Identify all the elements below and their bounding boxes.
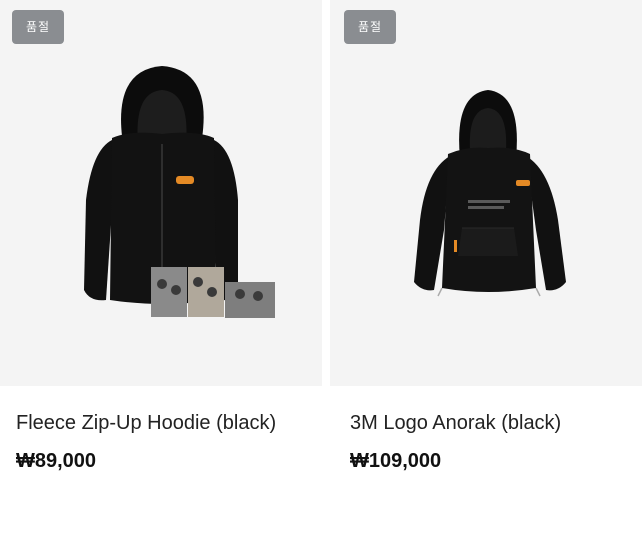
hoodie-with-photocards-image bbox=[84, 66, 275, 318]
product-name[interactable]: Fleece Zip-Up Hoodie (black) bbox=[16, 412, 276, 435]
product-card-hoodie[interactable]: 품절 Fleece Zip-Up Hoodie (black) ₩89,000 bbox=[0, 0, 322, 472]
product-price: ₩109,000 bbox=[350, 450, 442, 472]
sold-out-badge: 품절 bbox=[344, 10, 396, 44]
product-thumbnail[interactable]: 품절 bbox=[0, 0, 322, 386]
sold-out-badge: 품절 bbox=[12, 10, 64, 44]
product-name[interactable]: 3M Logo Anorak (black) bbox=[350, 412, 561, 435]
anorak-jacket-image bbox=[414, 90, 566, 297]
product-thumbnail[interactable]: 품절 bbox=[330, 0, 642, 386]
product-price: ₩89,000 bbox=[16, 450, 97, 472]
product-card-anorak[interactable]: 품절 3M Logo Anorak (black) ₩109,000 bbox=[330, 0, 642, 472]
